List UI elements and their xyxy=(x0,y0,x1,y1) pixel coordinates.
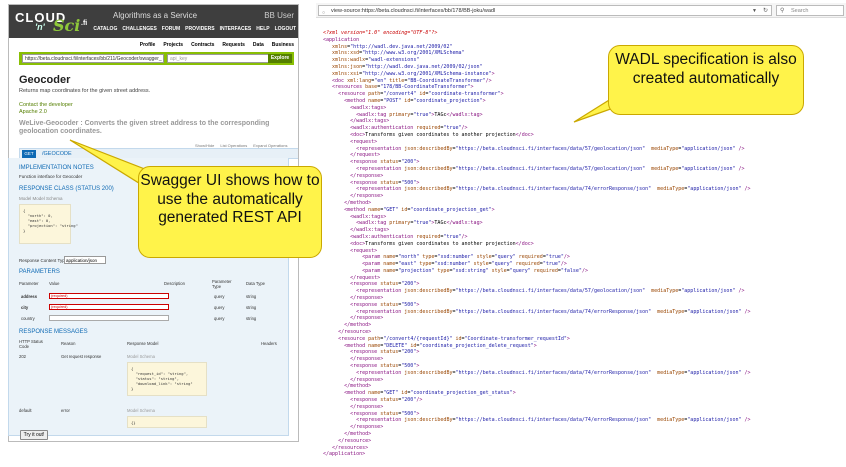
swagger-callout: Swagger UI shows how to use the automati… xyxy=(138,166,322,258)
wadl-callout: WADL specification is also created autom… xyxy=(608,45,804,115)
